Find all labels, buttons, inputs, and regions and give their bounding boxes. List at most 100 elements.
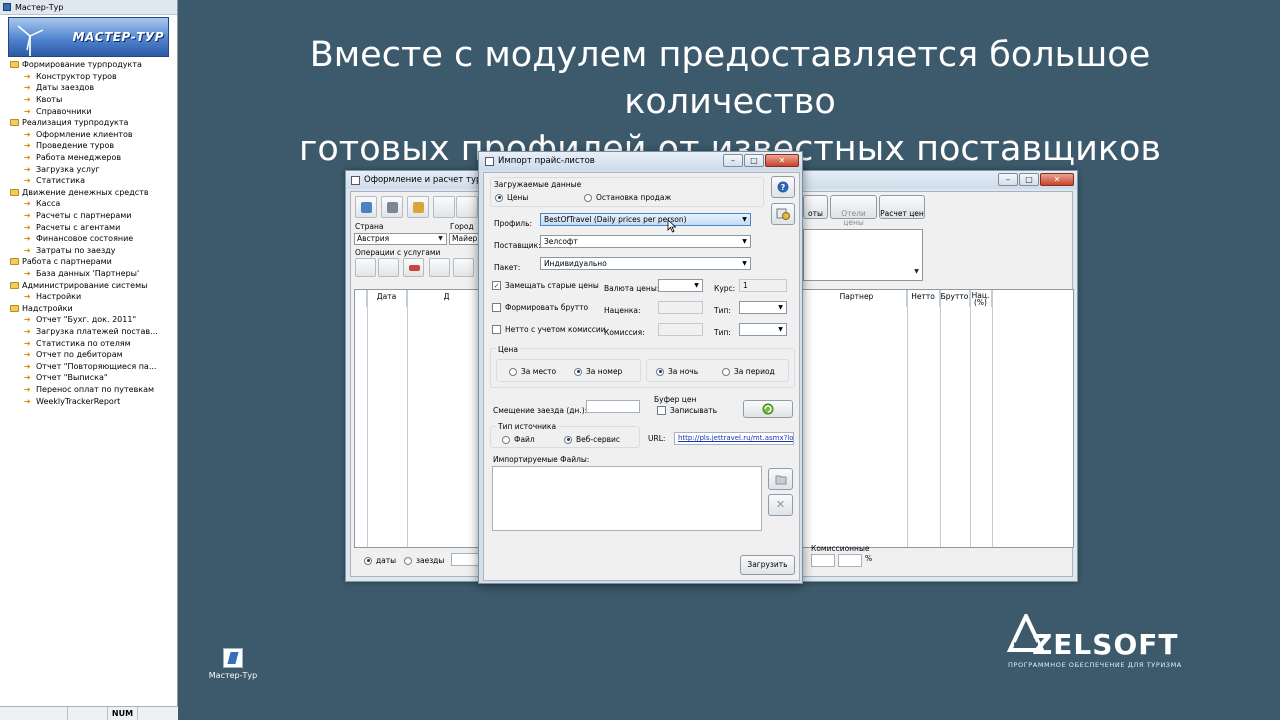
nav-item-label: Настройки bbox=[36, 292, 82, 302]
nav-item[interactable]: ➔ Отчет "Выписка" bbox=[10, 372, 177, 384]
nav-item[interactable]: ➔ Расчеты с агентами bbox=[10, 221, 177, 233]
toolbar-print-button[interactable] bbox=[381, 196, 403, 218]
notes-area[interactable]: ▼ bbox=[803, 229, 923, 281]
replace-old-prices-checkbox[interactable]: ✓ Замещать старые цены bbox=[492, 281, 599, 290]
arrival-shift-field[interactable] bbox=[586, 400, 640, 413]
calc-prices-button[interactable]: Расчет цен bbox=[879, 195, 925, 219]
nav-item[interactable]: ➔ Загрузка платежей постав... bbox=[10, 326, 177, 338]
grid-header-partial: Д bbox=[407, 290, 487, 307]
markup-field[interactable] bbox=[658, 301, 703, 314]
supplier-select[interactable]: Зелсофт ▼ bbox=[540, 235, 751, 248]
markup-label: Наценка: bbox=[604, 306, 641, 315]
toolbar-blank-button[interactable] bbox=[433, 196, 455, 218]
radio-stop-sales[interactable]: Остановка продаж bbox=[584, 193, 671, 202]
nav-item[interactable]: ➔ Справочники bbox=[10, 105, 177, 117]
help-button[interactable]: ? bbox=[771, 176, 795, 198]
minimize-button[interactable]: – bbox=[998, 173, 1018, 186]
toolbar-new-button[interactable] bbox=[355, 196, 377, 218]
add-file-button[interactable] bbox=[768, 468, 793, 490]
op-button-1[interactable] bbox=[355, 258, 376, 277]
nav-item[interactable]: ➔ Даты заездов bbox=[10, 82, 177, 94]
toolbar-calendar-button[interactable] bbox=[407, 196, 429, 218]
profile-select[interactable]: BestOfTravel (Daily prices per person) ▼ bbox=[540, 213, 751, 226]
op-button-5[interactable] bbox=[453, 258, 474, 277]
nav-item[interactable]: ➔ Касса bbox=[10, 198, 177, 210]
nav-group[interactable]: Надстройки bbox=[10, 302, 177, 314]
nav-item[interactable]: ➔ Работа менеджеров bbox=[10, 152, 177, 164]
imported-files-label: Импортируемые Файлы: bbox=[493, 455, 590, 464]
nav-group[interactable]: Формирование турпродукта bbox=[10, 59, 177, 71]
nav-item[interactable]: ➔ Оформление клиентов bbox=[10, 129, 177, 141]
load-button[interactable]: Загрузить bbox=[740, 555, 795, 575]
maximize-button[interactable]: □ bbox=[744, 154, 764, 167]
radio-per-room[interactable]: За номер bbox=[574, 367, 622, 376]
package-select[interactable]: Индивидуально ▼ bbox=[540, 257, 751, 270]
nav-item[interactable]: ➔ Отчет "Повторяющиеся па... bbox=[10, 360, 177, 372]
imported-files-list[interactable] bbox=[492, 466, 762, 531]
nav-item[interactable]: ➔ Настройки bbox=[10, 291, 177, 303]
radio-per-place[interactable]: За место bbox=[509, 367, 556, 376]
nav-item[interactable]: ➔ Затраты по заезду bbox=[10, 245, 177, 257]
nav-item[interactable]: ➔ Конструктор туров bbox=[10, 71, 177, 83]
nav-item[interactable]: ➔ Квоты bbox=[10, 94, 177, 106]
op-delete-button[interactable] bbox=[403, 258, 424, 277]
rate-field[interactable]: 1 bbox=[739, 279, 787, 292]
nav-group[interactable]: Движение денежных средств bbox=[10, 187, 177, 199]
scroll-down-icon[interactable]: ▼ bbox=[912, 268, 921, 276]
nav-item[interactable]: ➔ Финансовое состояние bbox=[10, 233, 177, 245]
remove-file-button[interactable]: ✕ bbox=[768, 494, 793, 516]
maximize-button[interactable]: □ bbox=[1019, 173, 1039, 186]
otels-partial-button[interactable]: оты bbox=[803, 195, 828, 219]
nav-group[interactable]: Администрирование системы bbox=[10, 279, 177, 291]
radio-web-service[interactable]: Веб-сервис bbox=[564, 435, 620, 444]
write-buffer-checkbox[interactable]: Записывать bbox=[657, 406, 717, 415]
nav-item[interactable]: ➔ Статистика по отелям bbox=[10, 337, 177, 349]
nav-group[interactable]: Реализация турпродукта bbox=[10, 117, 177, 129]
op-button-4[interactable] bbox=[429, 258, 450, 277]
commission-field-1[interactable] bbox=[811, 554, 835, 567]
radio-dates[interactable]: даты bbox=[364, 556, 396, 565]
commission-field-2[interactable] bbox=[838, 554, 862, 567]
gear-icon bbox=[776, 208, 790, 220]
minimize-button[interactable]: – bbox=[723, 154, 743, 167]
hotel-prices-button[interactable]: Отели цены bbox=[830, 195, 877, 227]
close-button[interactable]: ✕ bbox=[765, 154, 799, 167]
settings-button[interactable] bbox=[771, 203, 795, 225]
nav-item[interactable]: ➔ WeeklyTrackerReport bbox=[10, 395, 177, 407]
country-combo[interactable]: Австрия ▼ bbox=[354, 233, 447, 245]
arrow-right-icon: ➔ bbox=[24, 95, 31, 105]
url-field[interactable]: http://pls.jettravel.ru/mt.asmx?login= bbox=[674, 432, 794, 445]
refresh-buffer-button[interactable] bbox=[743, 400, 793, 418]
nav-item[interactable]: ➔ Статистика bbox=[10, 175, 177, 187]
nav-item[interactable]: ➔ Отчет по дебиторам bbox=[10, 349, 177, 361]
currency-select[interactable]: ▼ bbox=[658, 279, 703, 292]
radio-per-period[interactable]: За период bbox=[722, 367, 775, 376]
nav-item[interactable]: ➔ База данных 'Партнеры' bbox=[10, 268, 177, 280]
toolbar-blank-button[interactable] bbox=[456, 196, 478, 218]
radio-prices[interactable]: Цены bbox=[495, 193, 528, 202]
nav-item[interactable]: ➔ Проведение туров bbox=[10, 140, 177, 152]
calendar-icon bbox=[413, 202, 424, 213]
radio-file[interactable]: Файл bbox=[502, 435, 535, 444]
desktop-shortcut-master-tour[interactable]: Мастер-Тур bbox=[206, 648, 260, 680]
replace-old-prices-label: Замещать старые цены bbox=[505, 281, 599, 290]
nav-item[interactable]: ➔ Расчеты с партнерами bbox=[10, 210, 177, 222]
form-brutto-checkbox[interactable]: Формировать брутто bbox=[492, 303, 588, 312]
commission-field[interactable] bbox=[658, 323, 703, 336]
commission-type-select[interactable]: ▼ bbox=[739, 323, 787, 336]
op-button-2[interactable] bbox=[378, 258, 399, 277]
close-button[interactable]: ✕ bbox=[1040, 173, 1074, 186]
radio-arrivals[interactable]: заезды bbox=[404, 556, 444, 565]
nav-item[interactable]: ➔ Загрузка услуг bbox=[10, 163, 177, 175]
arrow-right-icon: ➔ bbox=[24, 199, 31, 209]
chevron-down-icon: ▼ bbox=[742, 238, 747, 245]
nav-group[interactable]: Работа с партнерами bbox=[10, 256, 177, 268]
url-value[interactable]: http://pls.jettravel.ru/mt.asmx?login= bbox=[678, 434, 793, 442]
radio-per-night[interactable]: За ночь bbox=[656, 367, 698, 376]
markup-type-select[interactable]: ▼ bbox=[739, 301, 787, 314]
arrivals-field[interactable] bbox=[451, 553, 481, 566]
nav-item[interactable]: ➔ Отчет "Бухг. док. 2011" bbox=[10, 314, 177, 326]
city-combo[interactable]: Майерхо bbox=[449, 233, 479, 245]
netto-commission-checkbox[interactable]: Нетто с учетом комиссии bbox=[492, 325, 606, 334]
nav-item[interactable]: ➔ Перенос оплат по путевкам bbox=[10, 384, 177, 396]
